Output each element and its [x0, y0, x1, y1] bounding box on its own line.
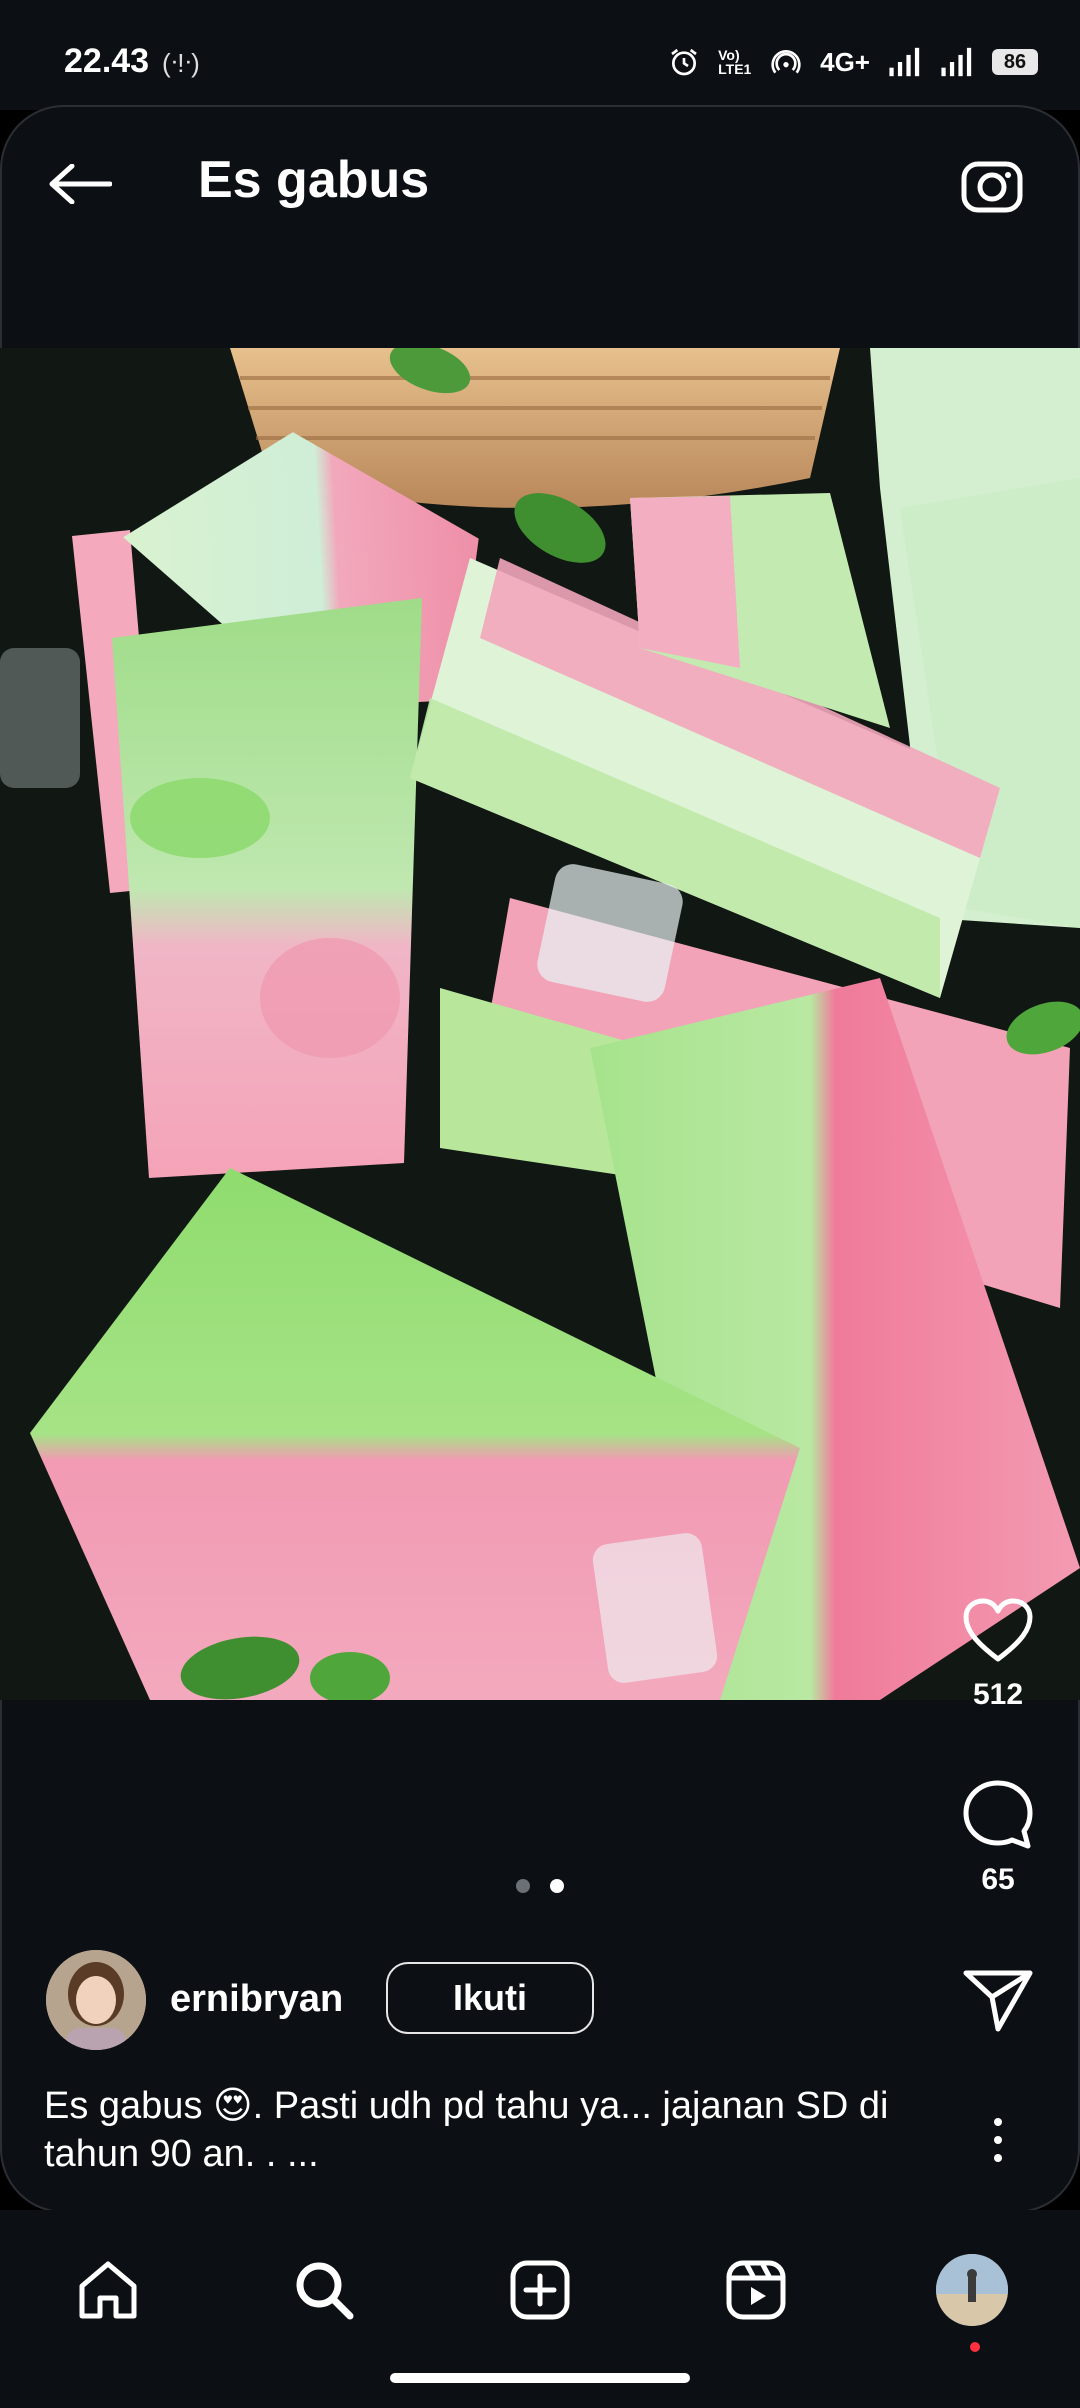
notification-dot	[970, 2342, 980, 2352]
profile-avatar	[936, 2254, 1008, 2326]
author-avatar-photo	[46, 1950, 146, 2050]
search-icon	[296, 2262, 354, 2320]
share-action	[950, 1960, 1046, 2040]
carousel-dot-active	[550, 1879, 564, 1893]
home-icon	[79, 2261, 137, 2319]
hotspot-icon	[771, 50, 801, 74]
create-icon	[510, 2260, 570, 2320]
nav-home[interactable]	[68, 2250, 148, 2330]
follow-button[interactable]: Ikuti	[386, 1962, 594, 2034]
post-caption[interactable]: Es gabus 😍. Pasti udh pd tahu ya... jaja…	[44, 2082, 944, 2178]
like-action: 512	[950, 1590, 1046, 1712]
alarm-icon	[671, 48, 697, 76]
share-button[interactable]	[950, 1960, 1046, 2040]
back-button[interactable]	[40, 148, 120, 220]
carousel-indicator	[0, 1879, 1080, 1893]
camera-icon	[961, 161, 1023, 213]
nav-profile[interactable]	[932, 2250, 1012, 2352]
home-indicator[interactable]	[390, 2373, 690, 2383]
es-gabus-photo	[0, 348, 1080, 1700]
carousel-dot	[516, 1879, 530, 1893]
arrow-left-icon	[49, 164, 112, 204]
status-time: 22.43	[64, 42, 150, 80]
nav-search[interactable]	[284, 2250, 364, 2330]
heart-icon	[963, 1598, 1033, 1662]
like-button[interactable]	[950, 1590, 1046, 1670]
battery-icon: 86	[992, 49, 1038, 75]
reels-icon	[726, 2260, 786, 2320]
send-icon	[963, 1970, 1033, 2032]
signal-icon	[889, 47, 920, 77]
more-dot	[994, 2118, 1002, 2126]
author-avatar[interactable]	[46, 1950, 146, 2050]
camera-button[interactable]	[952, 148, 1032, 220]
nav-reels[interactable]	[716, 2250, 796, 2330]
nav-create[interactable]	[500, 2250, 580, 2330]
page-title: Es gabus	[198, 151, 430, 209]
network-label: 4G+	[820, 46, 870, 77]
comment-count: 65	[981, 1863, 1015, 1896]
volte-label: Vo) LTE1	[718, 47, 752, 77]
like-count: 512	[972, 1678, 1024, 1711]
recording-indicator: (ᐧ!ᐧ)	[162, 48, 200, 78]
status-icons: Vo) LTE1 4G+ 86	[668, 42, 1038, 82]
comment-icon	[963, 1780, 1033, 1849]
comment-button[interactable]	[950, 1775, 1046, 1855]
comment-action: 65	[950, 1775, 1046, 1897]
more-options-button[interactable]	[978, 2100, 1018, 2180]
post-image[interactable]	[0, 348, 1080, 1700]
profile-avatar-photo	[936, 2254, 1008, 2326]
status-bar: 22.43 (ᐧ!ᐧ) Vo) LTE1 4G+ 86	[0, 0, 1080, 110]
signal-2-icon	[941, 47, 972, 77]
more-dot	[994, 2154, 1002, 2162]
more-dot	[994, 2136, 1002, 2144]
author-username[interactable]: ernibryan	[170, 1978, 343, 2021]
